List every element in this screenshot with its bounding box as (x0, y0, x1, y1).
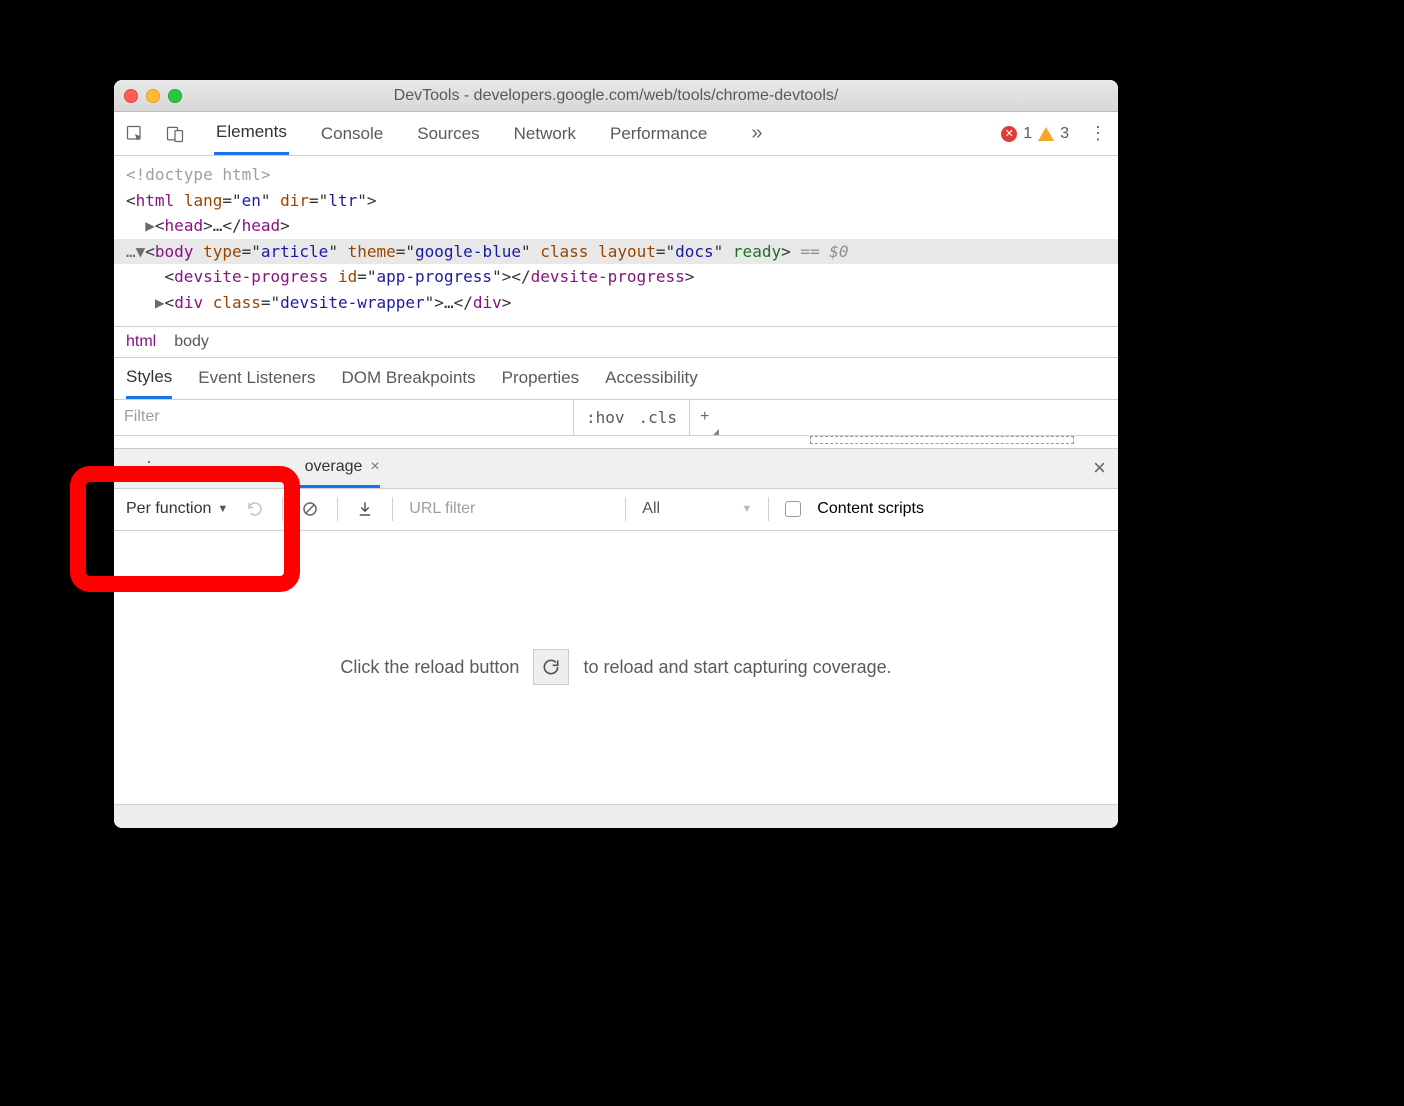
divider (392, 497, 393, 521)
divider (625, 497, 626, 521)
hint-text-after: to reload and start capturing coverage. (583, 657, 891, 678)
inspect-element-icon[interactable] (124, 123, 146, 145)
tab-network[interactable]: Network (512, 112, 578, 155)
settings-menu-icon[interactable]: ⋮ (1089, 123, 1108, 144)
drawer-tab-label: overage (305, 458, 363, 476)
drawer-tabstrip: ⋮ Coverage × × (114, 449, 1118, 489)
tab-console[interactable]: Console (319, 112, 385, 155)
styles-filter-row: :hov .cls + (114, 400, 1118, 436)
error-count: 1 (1023, 125, 1032, 143)
divider (337, 497, 338, 521)
html-node[interactable]: <html lang="en" dir="ltr"> (126, 188, 1106, 214)
subtab-properties[interactable]: Properties (502, 358, 579, 399)
content-scripts-checkbox[interactable] (785, 501, 801, 517)
status-indicators[interactable]: ✕ 1 3 ⋮ (1001, 123, 1108, 144)
subtab-event-listeners[interactable]: Event Listeners (198, 358, 315, 399)
reload-button[interactable] (533, 649, 569, 685)
styles-filter-input[interactable] (114, 400, 574, 435)
url-filter-input[interactable] (409, 500, 609, 518)
drawer-tab-coverage[interactable]: Coverage × (285, 449, 380, 488)
body-node-selected[interactable]: …▼<body type="article" theme="google-blu… (114, 239, 1118, 265)
breadcrumb: html body (114, 326, 1118, 358)
breadcrumb-html[interactable]: html (126, 333, 156, 351)
coverage-empty-state: Click the reload button to reload and st… (114, 531, 1118, 804)
chevron-down-icon: ▼ (217, 503, 228, 515)
close-tab-icon[interactable]: × (370, 458, 379, 476)
new-style-rule-button[interactable]: + (690, 400, 719, 435)
styles-body (114, 436, 1118, 448)
subtab-accessibility[interactable]: Accessibility (605, 358, 698, 399)
tab-performance[interactable]: Performance (608, 112, 709, 155)
hint-text-before: Click the reload button (340, 657, 519, 678)
more-tabs-icon[interactable]: » (751, 122, 762, 145)
subtab-styles[interactable]: Styles (126, 358, 172, 399)
device-toggle-icon[interactable] (164, 123, 186, 145)
cls-toggle[interactable]: .cls (639, 408, 678, 427)
head-node[interactable]: ▶<head>…</head> (126, 213, 1106, 239)
per-function-dropdown[interactable]: Per function ▼ (126, 500, 228, 518)
divider (282, 497, 283, 521)
coverage-toolbar: Per function ▼ All ▼ Content sc (114, 489, 1118, 531)
drawer: ⋮ Coverage × × Per function ▼ (114, 448, 1118, 828)
drawer-menu-icon[interactable]: ⋮ (140, 458, 159, 479)
tab-sources[interactable]: Sources (415, 112, 481, 155)
chevron-down-icon: ▼ (741, 503, 752, 515)
clear-icon[interactable] (299, 498, 321, 520)
warning-count: 3 (1060, 125, 1069, 143)
subtab-dom-breakpoints[interactable]: DOM Breakpoints (341, 358, 475, 399)
type-filter-label: All (642, 500, 660, 518)
type-filter-dropdown[interactable]: All ▼ (642, 500, 752, 518)
drawer-footer (114, 804, 1118, 828)
main-tabs: Elements Console Sources Network Perform… (214, 112, 762, 155)
reload-icon[interactable] (244, 498, 266, 520)
tab-elements[interactable]: Elements (214, 112, 289, 155)
error-icon: ✕ (1001, 126, 1017, 142)
devtools-window: DevTools - developers.google.com/web/too… (114, 80, 1118, 828)
breadcrumb-body[interactable]: body (174, 333, 209, 351)
box-model-swatch (810, 436, 1074, 444)
hov-cls-group: :hov .cls (574, 400, 690, 435)
devsite-progress-node[interactable]: <devsite-progress id="app-progress"></de… (126, 264, 1106, 290)
content-scripts-label: Content scripts (817, 500, 924, 518)
styles-subtabs: Styles Event Listeners DOM Breakpoints P… (114, 358, 1118, 400)
titlebar: DevTools - developers.google.com/web/too… (114, 80, 1118, 112)
doctype-node[interactable]: <!doctype html> (126, 162, 1106, 188)
devsite-wrapper-node[interactable]: ▶<div class="devsite-wrapper">…</div> (126, 290, 1106, 316)
dom-tree[interactable]: <!doctype html> <html lang="en" dir="ltr… (114, 156, 1118, 326)
main-tabstrip: Elements Console Sources Network Perform… (114, 112, 1118, 156)
per-function-label: Per function (126, 500, 211, 518)
window-title: DevTools - developers.google.com/web/too… (114, 87, 1118, 105)
drawer-close-icon[interactable]: × (1093, 455, 1106, 481)
warning-icon (1038, 127, 1054, 141)
divider (768, 497, 769, 521)
hov-toggle[interactable]: :hov (586, 408, 625, 427)
export-icon[interactable] (354, 498, 376, 520)
